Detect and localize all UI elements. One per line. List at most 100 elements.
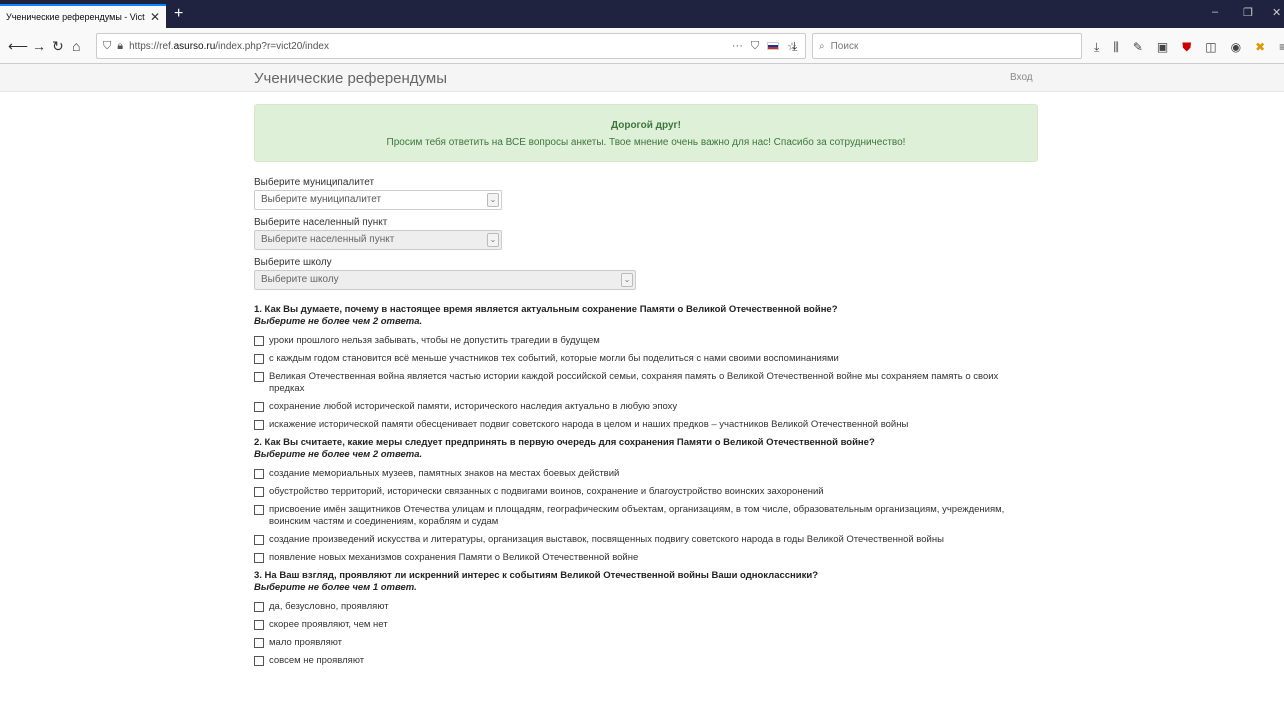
- settlement-select[interactable]: Выберите населенный пункт ⌄: [254, 230, 502, 250]
- download-icon[interactable]: ⤓: [792, 36, 797, 56]
- settlement-label: Выберите населенный пункт: [254, 217, 388, 228]
- answer-option[interactable]: скорее проявляют, чем нет: [254, 619, 1038, 631]
- screenshot-icon[interactable]: ▣: [1157, 40, 1168, 55]
- answer-label: совсем не проявляют: [269, 655, 365, 666]
- answer-checkbox[interactable]: [254, 638, 264, 648]
- chevron-down-icon[interactable]: ⌄: [487, 233, 499, 247]
- answer-checkbox[interactable]: [254, 487, 264, 497]
- answer-label: с каждым годом становится всё меньше уча…: [269, 353, 839, 364]
- answer-option[interactable]: совсем не проявляют: [254, 655, 1038, 667]
- extension-icon[interactable]: ⛊: [1182, 40, 1191, 55]
- answer-label: присвоение имён защитников Отечества ули…: [269, 504, 1005, 527]
- lock-icon: 🔒︎: [117, 39, 124, 52]
- question-instruction: Выберите не более чем 1 ответ.: [254, 582, 417, 593]
- survey-form: Выберите муниципалитет Выберите муниципа…: [254, 176, 1038, 673]
- answer-checkbox[interactable]: [254, 372, 264, 382]
- answer-label: Великая Отечественная война является час…: [269, 371, 999, 394]
- question-block: 3. На Ваш взгляд, проявляют ли искренний…: [254, 570, 1038, 667]
- back-icon[interactable]: ⟵: [8, 36, 28, 56]
- chevron-down-icon[interactable]: ⌄: [621, 273, 633, 287]
- search-icon: ⌕: [819, 40, 825, 52]
- answer-checkbox[interactable]: [254, 553, 264, 563]
- addon-icon[interactable]: ✖: [1255, 40, 1265, 55]
- answer-checkbox[interactable]: [254, 402, 264, 412]
- new-tab-button[interactable]: +: [174, 4, 183, 24]
- alert-text: Просим тебя ответить на ВСЕ вопросы анке…: [386, 137, 906, 148]
- answer-label: уроки прошлого нельзя забывать, чтобы не…: [269, 335, 600, 346]
- menu-icon[interactable]: ≡: [1279, 40, 1284, 55]
- page: Ученические референдумы Вход Дорогой дру…: [0, 64, 1284, 704]
- school-select[interactable]: Выберите школу ⌄: [254, 270, 636, 290]
- pocket-icon[interactable]: ⛉: [751, 40, 759, 53]
- answer-option[interactable]: да, безусловно, проявляют: [254, 601, 1038, 613]
- answer-checkbox[interactable]: [254, 656, 264, 666]
- language-flag-icon[interactable]: [767, 42, 780, 50]
- answer-label: создание мемориальных музеев, памятных з…: [269, 468, 620, 479]
- window-close-icon[interactable]: ✕: [1272, 6, 1281, 19]
- answer-option[interactable]: уроки прошлого нельзя забывать, чтобы не…: [254, 335, 1038, 347]
- answer-option[interactable]: Великая Отечественная война является час…: [254, 371, 1038, 395]
- municipality-select[interactable]: Выберите муниципалитет ⌄: [254, 190, 502, 210]
- maximize-icon[interactable]: ❐: [1243, 6, 1253, 19]
- site-header: Ученические референдумы Вход: [0, 64, 1284, 92]
- url-bar[interactable]: ⛉ 🔒︎ https://ref.asurso.ru/index.php?r=v…: [96, 33, 806, 59]
- downloads-icon[interactable]: ⤓: [1094, 40, 1099, 55]
- question-instruction: Выберите не более чем 2 ответа.: [254, 449, 423, 460]
- question-block: 1. Как Вы думаете, почему в настоящее вр…: [254, 304, 1038, 431]
- shield-icon[interactable]: ⛉: [103, 40, 111, 53]
- page-actions-icon[interactable]: ···: [732, 40, 743, 52]
- answer-option[interactable]: сохранение любой исторической памяти, ис…: [254, 401, 1038, 413]
- url-text[interactable]: https://ref.asurso.ru/index.php?r=vict20…: [129, 41, 732, 52]
- chevron-down-icon[interactable]: ⌄: [487, 193, 499, 207]
- login-link[interactable]: Вход: [1010, 72, 1033, 83]
- answer-option[interactable]: с каждым годом становится всё меньше уча…: [254, 353, 1038, 365]
- answer-option[interactable]: присвоение имён защитников Отечества ули…: [254, 504, 1038, 528]
- answer-checkbox[interactable]: [254, 420, 264, 430]
- answer-option[interactable]: создание произведений искусства и литера…: [254, 534, 1038, 546]
- answer-checkbox[interactable]: [254, 535, 264, 545]
- school-label: Выберите школу: [254, 257, 332, 268]
- reload-icon[interactable]: ↻: [52, 36, 64, 56]
- toolbar-icons: ⤓ ⫼ ✎ ▣ ⛊ ◫ ◉ ✖ ≡: [1094, 40, 1284, 55]
- answer-checkbox[interactable]: [254, 505, 264, 515]
- reader-icon[interactable]: ◫: [1205, 40, 1216, 55]
- minimize-icon[interactable]: –: [1212, 6, 1218, 18]
- answer-checkbox[interactable]: [254, 354, 264, 364]
- answer-label: обустройство территорий, исторически свя…: [269, 486, 824, 497]
- alert-title: Дорогой друг!: [610, 120, 682, 131]
- question-title: 1. Как Вы думаете, почему в настоящее вр…: [254, 304, 838, 315]
- home-icon[interactable]: ⌂: [72, 36, 80, 56]
- account-icon[interactable]: ◉: [1231, 40, 1241, 55]
- question-instruction: Выберите не более чем 2 ответа.: [254, 316, 423, 327]
- question-title: 2. Как Вы считаете, какие меры следует п…: [254, 437, 875, 448]
- question-title: 3. На Ваш взгляд, проявляют ли искренний…: [254, 570, 819, 581]
- answer-checkbox[interactable]: [254, 620, 264, 630]
- answer-checkbox[interactable]: [254, 336, 264, 346]
- close-tab-icon[interactable]: ✕: [150, 10, 160, 24]
- browser-tab[interactable]: Ученические референдумы - Vict ✕: [0, 4, 166, 28]
- questions-list: 1. Как Вы думаете, почему в настоящее вр…: [254, 304, 1038, 667]
- answer-checkbox[interactable]: [254, 602, 264, 612]
- answer-label: скорее проявляют, чем нет: [269, 619, 388, 630]
- answer-option[interactable]: искажение исторической памяти обесценива…: [254, 419, 1038, 431]
- municipality-label: Выберите муниципалитет: [254, 177, 375, 188]
- answer-option[interactable]: появление новых механизмов сохранения Па…: [254, 552, 1038, 564]
- answer-label: создание произведений искусства и литера…: [269, 534, 944, 545]
- pen-icon[interactable]: ✎: [1133, 40, 1143, 55]
- browser-tab-bar: Ученические референдумы - Vict ✕ + – ❐ ✕: [0, 0, 1284, 28]
- browser-nav-bar: ⟵ → ↻ ⌂ ⛉ 🔒︎ https://ref.asurso.ru/index…: [0, 28, 1284, 64]
- library-icon[interactable]: ⫼: [1113, 40, 1119, 55]
- welcome-alert: Дорогой друг! Просим тебя ответить на ВС…: [254, 104, 1038, 162]
- answer-checkbox[interactable]: [254, 469, 264, 479]
- answer-label: появление новых механизмов сохранения Па…: [269, 552, 639, 563]
- answer-label: искажение исторической памяти обесценива…: [269, 419, 909, 430]
- site-brand[interactable]: Ученические референдумы: [254, 70, 447, 87]
- answer-option[interactable]: обустройство территорий, исторически свя…: [254, 486, 1038, 498]
- forward-icon[interactable]: →: [32, 36, 46, 56]
- answer-label: да, безусловно, проявляют: [269, 601, 389, 612]
- answer-label: мало проявляют: [269, 637, 343, 648]
- search-input[interactable]: ⌕ Поиск: [812, 33, 1082, 59]
- answer-option[interactable]: создание мемориальных музеев, памятных з…: [254, 468, 1038, 480]
- answer-option[interactable]: мало проявляют: [254, 637, 1038, 649]
- tab-title: Ученические референдумы - Vict: [6, 12, 145, 22]
